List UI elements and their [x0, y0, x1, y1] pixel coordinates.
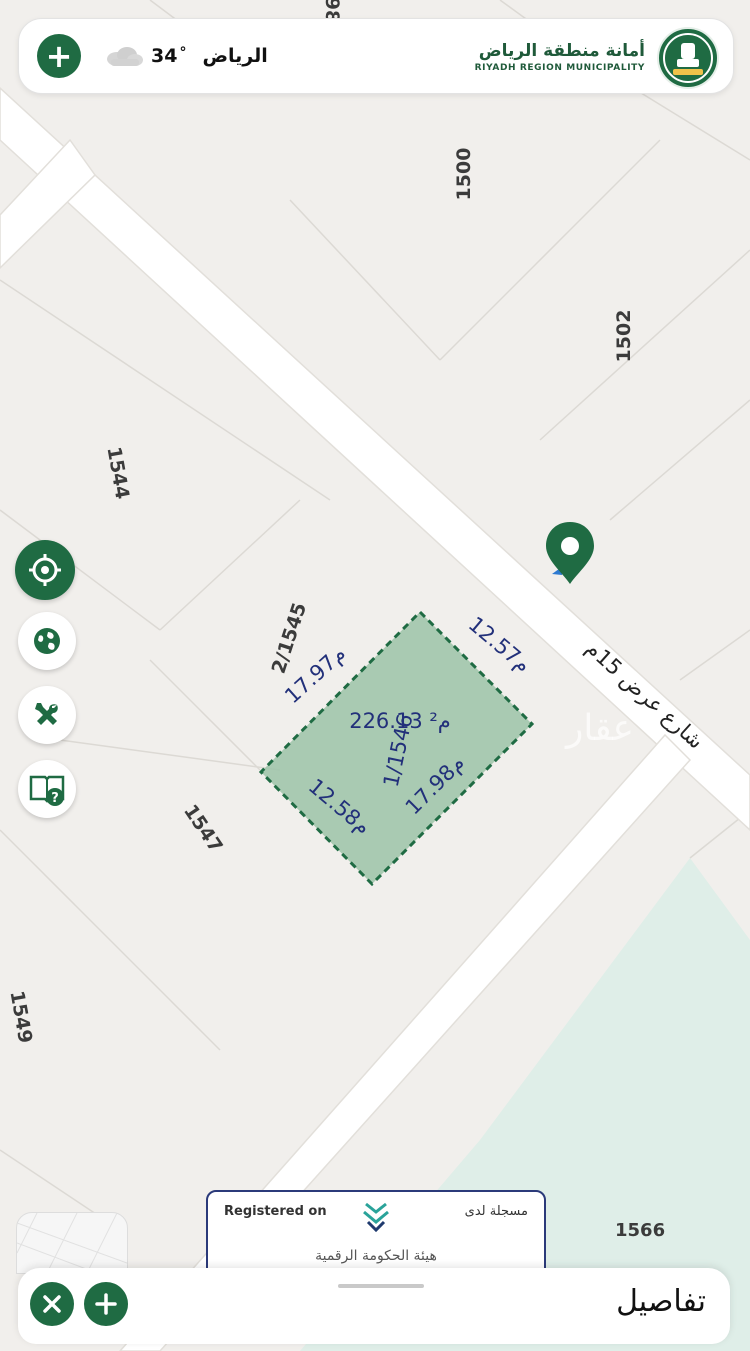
- minimap-thumbnail[interactable]: [16, 1212, 128, 1274]
- parcel-number: 1566: [615, 1220, 666, 1241]
- details-title: تفاصيل: [616, 1284, 706, 1319]
- book-help-icon: ?: [29, 775, 65, 806]
- temperature: 34 °: [151, 45, 187, 67]
- close-button[interactable]: [30, 1282, 74, 1326]
- help-button[interactable]: ?: [18, 760, 76, 818]
- registered-on-label: Registered on: [224, 1204, 327, 1219]
- tools-button[interactable]: [18, 686, 76, 744]
- municipality-logo-icon: [657, 27, 719, 89]
- brand-text: أمانة منطقة الرياض RIYADH REGION MUNICIP…: [475, 41, 645, 73]
- details-sheet[interactable]: تفاصيل: [18, 1268, 730, 1344]
- city-name: الرياض: [202, 45, 268, 67]
- digital-government-logo-icon: [363, 1202, 389, 1233]
- locate-me-button[interactable]: [15, 540, 75, 600]
- sheet-grab-handle[interactable]: [338, 1284, 424, 1288]
- header-add-button[interactable]: +: [37, 34, 81, 78]
- map-canvas[interactable]: عقار 226.13 م² 12.57م 17.97م 17.98م 12.5…: [0, 0, 750, 1351]
- add-button[interactable]: [84, 1282, 128, 1326]
- weather-widget: 34 ° الرياض: [105, 41, 268, 71]
- globe-icon: [34, 628, 60, 654]
- brand-english: RIYADH REGION MUNICIPALITY: [474, 63, 645, 73]
- header-card: + 34 ° الرياض أمانة منطقة الرياض RIYADH R…: [18, 18, 734, 94]
- cloud-icon: [107, 47, 143, 66]
- svg-text:?: ?: [51, 791, 59, 806]
- watermark-text: عقار: [564, 708, 634, 749]
- plus-icon: [95, 1293, 117, 1315]
- brand-arabic: أمانة منطقة الرياض: [478, 41, 645, 61]
- parcel-number: 1500: [453, 148, 475, 201]
- close-icon: [43, 1295, 61, 1313]
- parcel-number: 1502: [613, 310, 635, 363]
- basemap-button[interactable]: [18, 612, 76, 670]
- wrench-screwdriver-icon: [35, 703, 58, 725]
- crosshair-icon: [29, 554, 61, 586]
- authority-name: هيئة الحكومة الرقمية: [315, 1248, 437, 1264]
- registered-with-label: مسجلة لدى: [464, 1204, 528, 1219]
